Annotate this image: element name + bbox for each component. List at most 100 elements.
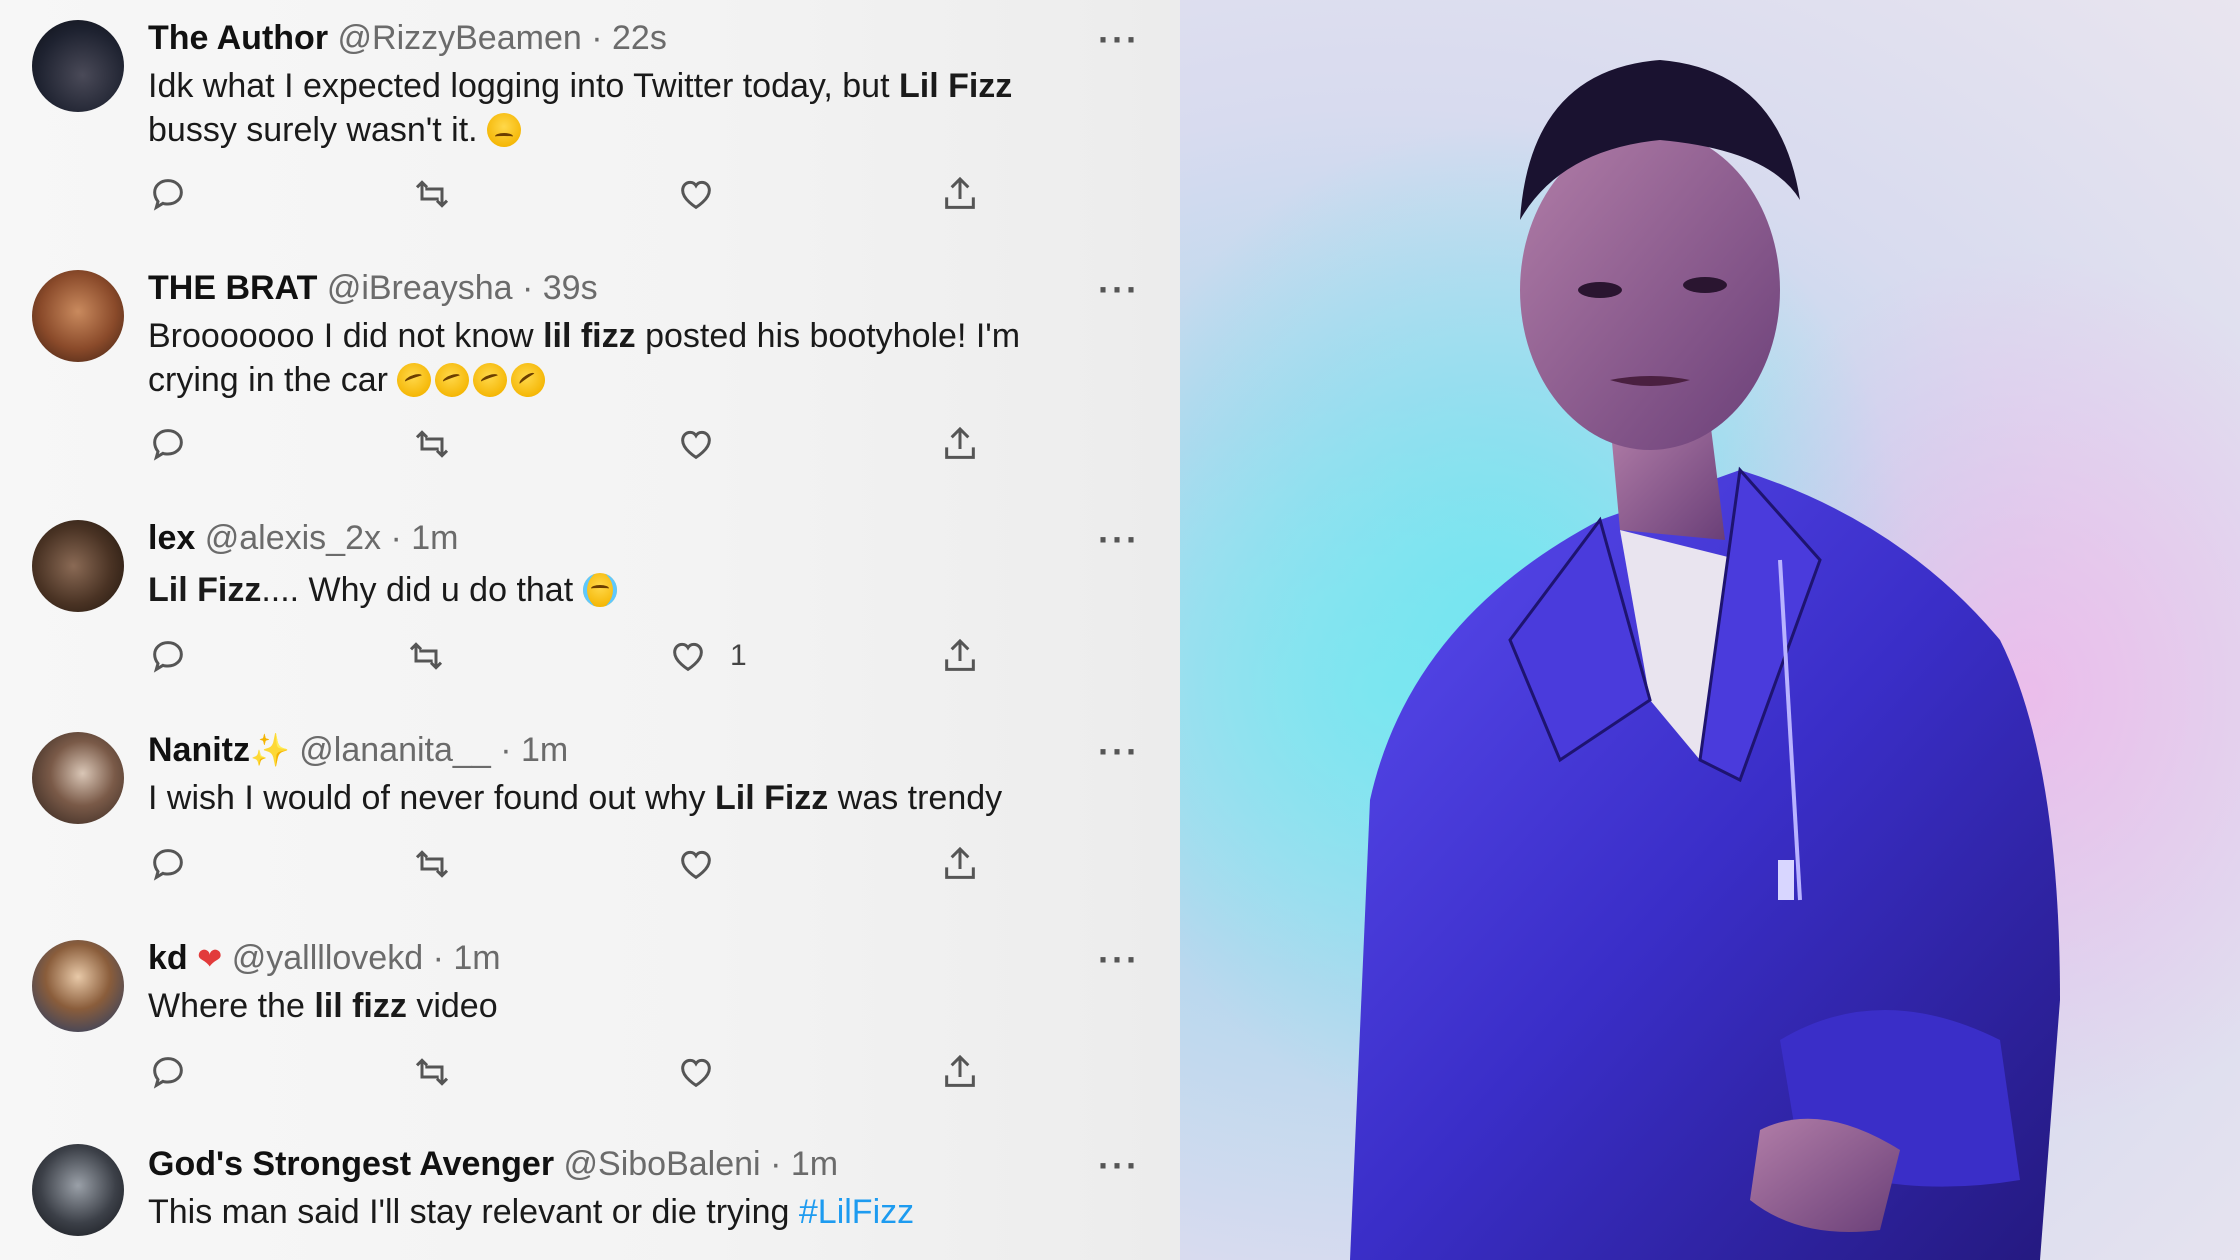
separator: ·	[390, 519, 402, 557]
display-name[interactable]: God's Strongest Avenger	[148, 1145, 554, 1183]
rolling-laughing-emoji	[504, 356, 553, 404]
tweet-header: kd ❤ @yallllovekd · 1m	[148, 938, 501, 980]
tweet-text: Idk what I expected logging into Twitter…	[148, 64, 1108, 152]
separator: ·	[432, 939, 444, 977]
tweet-actions: 1	[148, 634, 988, 678]
share-button[interactable]	[940, 842, 980, 886]
portrait-photo	[1180, 0, 2240, 1260]
text-bold: Lil Fizz	[898, 67, 1013, 105]
like-icon	[681, 430, 711, 460]
reply-button[interactable]	[148, 842, 188, 886]
tweet-header: God's Strongest Avenger @SiboBaleni · 1m	[148, 1144, 838, 1184]
retweet-button[interactable]	[412, 1050, 452, 1094]
user-handle[interactable]: @RizzyBeamen	[338, 19, 582, 57]
retweet-icon	[409, 642, 443, 670]
like-button[interactable]	[676, 1050, 738, 1094]
timestamp[interactable]: 1m	[521, 731, 568, 769]
share-icon	[945, 846, 975, 879]
more-icon[interactable]: ···	[1098, 22, 1140, 58]
timestamp[interactable]: 22s	[612, 19, 667, 57]
loudly-crying-emoji	[582, 573, 617, 607]
separator: ·	[591, 19, 603, 57]
share-icon	[945, 1054, 975, 1087]
avatar[interactable]	[32, 270, 124, 362]
tweet-actions	[148, 172, 988, 216]
separator: ·	[770, 1145, 782, 1183]
display-name[interactable]: The Author	[148, 19, 328, 57]
share-icon	[945, 638, 975, 671]
hashtag-link[interactable]: #LilFizz	[799, 1193, 914, 1231]
more-icon[interactable]: ···	[1098, 942, 1140, 978]
reply-icon	[153, 849, 183, 881]
retweet-icon	[415, 1058, 449, 1086]
heart-on-fire-emoji: ❤	[197, 943, 223, 976]
text-bold: Lil Fizz	[148, 571, 262, 609]
text-segment: Brooooooo I did not know	[148, 317, 544, 355]
more-icon[interactable]: ···	[1098, 734, 1140, 770]
user-handle[interactable]: @alexis_2x	[205, 519, 381, 557]
avatar[interactable]	[32, 940, 124, 1032]
photo-panel	[1180, 0, 2240, 1260]
user-handle[interactable]: @iBreaysha	[327, 269, 513, 307]
tweet-text: Lil Fizz.... Why did u do that	[148, 568, 1108, 612]
share-button[interactable]	[940, 634, 980, 678]
retweet-icon	[415, 850, 449, 878]
more-icon[interactable]: ···	[1098, 1148, 1140, 1184]
tweet-header: Nanitz✨ @lananita__ · 1m	[148, 730, 568, 770]
share-button[interactable]	[940, 172, 980, 216]
avatar[interactable]	[32, 20, 124, 112]
text-segment: bussy surely wasn't it.	[148, 111, 478, 149]
text-segment: Where the	[148, 987, 315, 1025]
more-icon[interactable]: ···	[1098, 522, 1140, 558]
retweet-button[interactable]	[412, 422, 452, 466]
tweet-feed: The Author @RizzyBeamen · 22s ··· Idk wh…	[0, 0, 1180, 1260]
like-button[interactable]	[676, 422, 738, 466]
separator: ·	[500, 731, 512, 769]
tweet-actions	[148, 422, 988, 466]
avatar[interactable]	[32, 520, 124, 612]
user-handle[interactable]: @SiboBaleni	[564, 1145, 761, 1183]
tweet-text: Brooooooo I did not know lil fizz posted…	[148, 314, 1108, 404]
display-name[interactable]: lex	[148, 519, 195, 557]
display-name[interactable]: THE BRAT	[148, 269, 317, 307]
sparkle-emoji: ✨	[250, 732, 290, 768]
text-segment: was trendy	[828, 779, 1003, 817]
reply-icon	[153, 1057, 183, 1089]
like-button[interactable]: 1	[668, 634, 747, 678]
like-count: 1	[730, 639, 747, 672]
display-name[interactable]: Nanitz	[148, 731, 250, 769]
timestamp[interactable]: 39s	[543, 269, 598, 307]
share-button[interactable]	[940, 1050, 980, 1094]
reply-button[interactable]	[148, 422, 188, 466]
text-segment: I wish I would of never found out why	[148, 779, 715, 817]
timestamp[interactable]: 1m	[453, 939, 500, 977]
reply-button[interactable]	[148, 634, 188, 678]
more-icon[interactable]: ···	[1098, 272, 1140, 308]
user-handle[interactable]: @yallllovekd	[232, 939, 423, 977]
reply-icon	[153, 179, 183, 211]
like-button[interactable]	[676, 842, 738, 886]
like-button[interactable]	[676, 172, 738, 216]
avatar[interactable]	[32, 1144, 124, 1236]
user-handle[interactable]: @lananita__	[299, 731, 490, 769]
retweet-button[interactable]	[412, 172, 452, 216]
text-bold: lil fizz	[543, 317, 636, 355]
text-bold: lil fizz	[314, 987, 407, 1025]
retweet-button[interactable]	[412, 842, 452, 886]
separator: ·	[521, 269, 534, 307]
retweet-icon	[415, 180, 449, 208]
tweet-header: lex @alexis_2x · 1m	[148, 518, 458, 558]
reply-button[interactable]	[148, 172, 188, 216]
avatar[interactable]	[32, 732, 124, 824]
share-button[interactable]	[940, 422, 980, 466]
reply-button[interactable]	[148, 1050, 188, 1094]
timestamp[interactable]: 1m	[791, 1145, 838, 1183]
retweet-button[interactable]	[406, 634, 446, 678]
tweet-text: I wish I would of never found out why Li…	[148, 776, 1108, 820]
display-name[interactable]: kd	[148, 939, 188, 977]
timestamp[interactable]: 1m	[411, 519, 458, 557]
tweet-actions	[148, 842, 988, 886]
like-icon	[681, 1058, 711, 1088]
retweet-icon	[415, 430, 449, 458]
text-segment: .... Why did u do that	[261, 571, 574, 609]
